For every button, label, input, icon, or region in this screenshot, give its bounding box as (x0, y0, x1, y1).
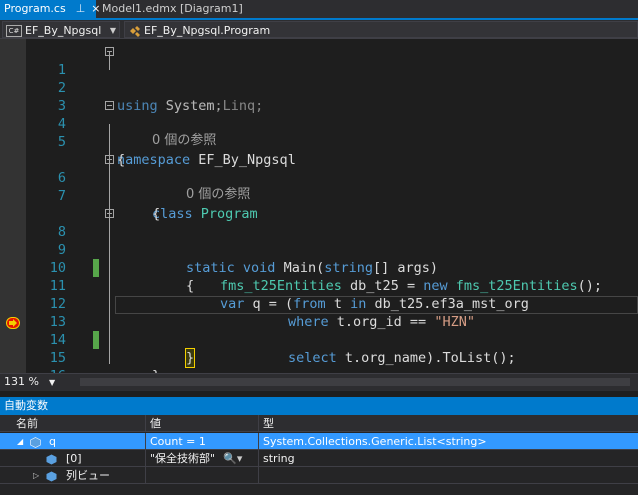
navigation-bar: C# EF_By_Npgsql ▼ EF_By_Npgsql.Program (0, 20, 638, 39)
row-value: Count = 1 (145, 433, 258, 449)
table-row[interactable]: ▷ 列ビュー (0, 467, 638, 484)
code-line: 5 { (0, 115, 638, 168)
code-line: 14 } (0, 313, 638, 368)
code-line: 15 } (0, 331, 638, 373)
row-value-text: "保全技術部" (150, 452, 216, 465)
project-dropdown[interactable]: C# EF_By_Npgsql ▼ (2, 21, 120, 38)
class-icon (129, 25, 141, 37)
code-line: 4 namespace EF_By_Npgsql (0, 97, 638, 168)
code-line: 6 class Program (0, 151, 638, 222)
document-tab-bar: Program.cs ⊥ × Model1.edmx [Diagram1] (0, 0, 638, 20)
type-name: EF_By_Npgsql.Program (144, 24, 271, 37)
text-visualizer-icon[interactable]: 🔍▾ (223, 452, 242, 465)
expanded-triangle-icon[interactable]: ◢ (17, 433, 23, 450)
row-type: string (258, 450, 638, 466)
line-number: 5 (57, 134, 66, 150)
row-name: 列ビュー (66, 469, 110, 482)
autos-panel-title[interactable]: 自動変数 (0, 397, 638, 415)
variable-icon (46, 453, 57, 465)
csharp-project-icon: C# (6, 25, 22, 37)
row-type (258, 467, 638, 483)
line-number: 7 (57, 188, 66, 204)
column-header-name[interactable]: 名前 (12, 415, 145, 431)
code-line: 7 { (0, 169, 638, 222)
collapse-icon[interactable] (105, 101, 114, 110)
collapse-icon[interactable] (105, 209, 114, 218)
row-type: System.Collections.Generic.List<string> (258, 433, 638, 449)
tab-program-cs[interactable]: Program.cs ⊥ × (0, 0, 101, 18)
type-dropdown[interactable]: EF_By_Npgsql.Program (124, 21, 638, 38)
code-line: 9 { (0, 223, 638, 294)
collapse-icon[interactable] (105, 155, 114, 164)
code-line: 10 fms_t25Entities db_t25 = new fms_t25E… (0, 241, 638, 294)
column-header-value[interactable]: 値 (145, 415, 258, 431)
pin-icon[interactable]: ⊥ (76, 2, 86, 15)
table-row[interactable]: ◢ q Count = 1 System.Collections.Generic… (0, 433, 638, 450)
code-line: 16 } (0, 349, 638, 373)
code-editor[interactable]: 1 using System; 2 using System.Linq; 3 4… (0, 39, 638, 373)
grid-header: 名前 値 型 (0, 415, 638, 432)
chevron-down-icon[interactable]: ▼ (110, 22, 116, 39)
table-row[interactable]: [0] "保全技術部" 🔍▾ string (0, 450, 638, 467)
collapse-icon[interactable] (105, 47, 114, 56)
code-line: 3 (0, 79, 638, 114)
collapsed-triangle-icon[interactable]: ▷ (33, 467, 39, 484)
row-value (145, 467, 258, 483)
autos-grid: 名前 値 型 ◢ q Count = 1 System.Collections.… (0, 415, 638, 495)
codelens-reference-count[interactable]: 0 個の参照 (152, 133, 216, 149)
code-line: 11 var q = (from t in db_t25.ef3a_mst_or… (0, 259, 638, 312)
chevron-down-icon[interactable]: ▼ (49, 378, 55, 387)
code-line: 1 using System; (0, 43, 638, 114)
column-header-type[interactable]: 型 (258, 415, 638, 431)
row-name: q (49, 435, 56, 448)
code-line: 8 static void Main(string[] args) (0, 205, 638, 276)
editor-bottom-strip: 131 % ▼ (0, 373, 638, 391)
tab-label: Program.cs (4, 2, 66, 15)
tab-model1-edmx[interactable]: Model1.edmx [Diagram1] (98, 0, 247, 18)
code-line: 13 select t.org_name).ToList(); (0, 295, 638, 366)
variable-icon (30, 436, 41, 448)
zoom-level: 131 % (4, 375, 39, 388)
horizontal-scrollbar[interactable] (80, 378, 630, 386)
code-line: 12 where t.org_id == "HZN" (0, 277, 638, 330)
row-name: [0] (66, 452, 82, 465)
zoom-dropdown[interactable]: 131 % ▼ (4, 375, 55, 388)
codelens-reference-count[interactable]: 0 個の参照 (186, 187, 250, 203)
results-view-icon (46, 470, 57, 482)
tab-label: Model1.edmx [Diagram1] (102, 2, 243, 15)
row-value: "保全技術部" 🔍▾ (145, 450, 258, 466)
project-name: EF_By_Npgsql (25, 24, 102, 37)
code-line: 2 using System.Linq; (0, 61, 638, 114)
